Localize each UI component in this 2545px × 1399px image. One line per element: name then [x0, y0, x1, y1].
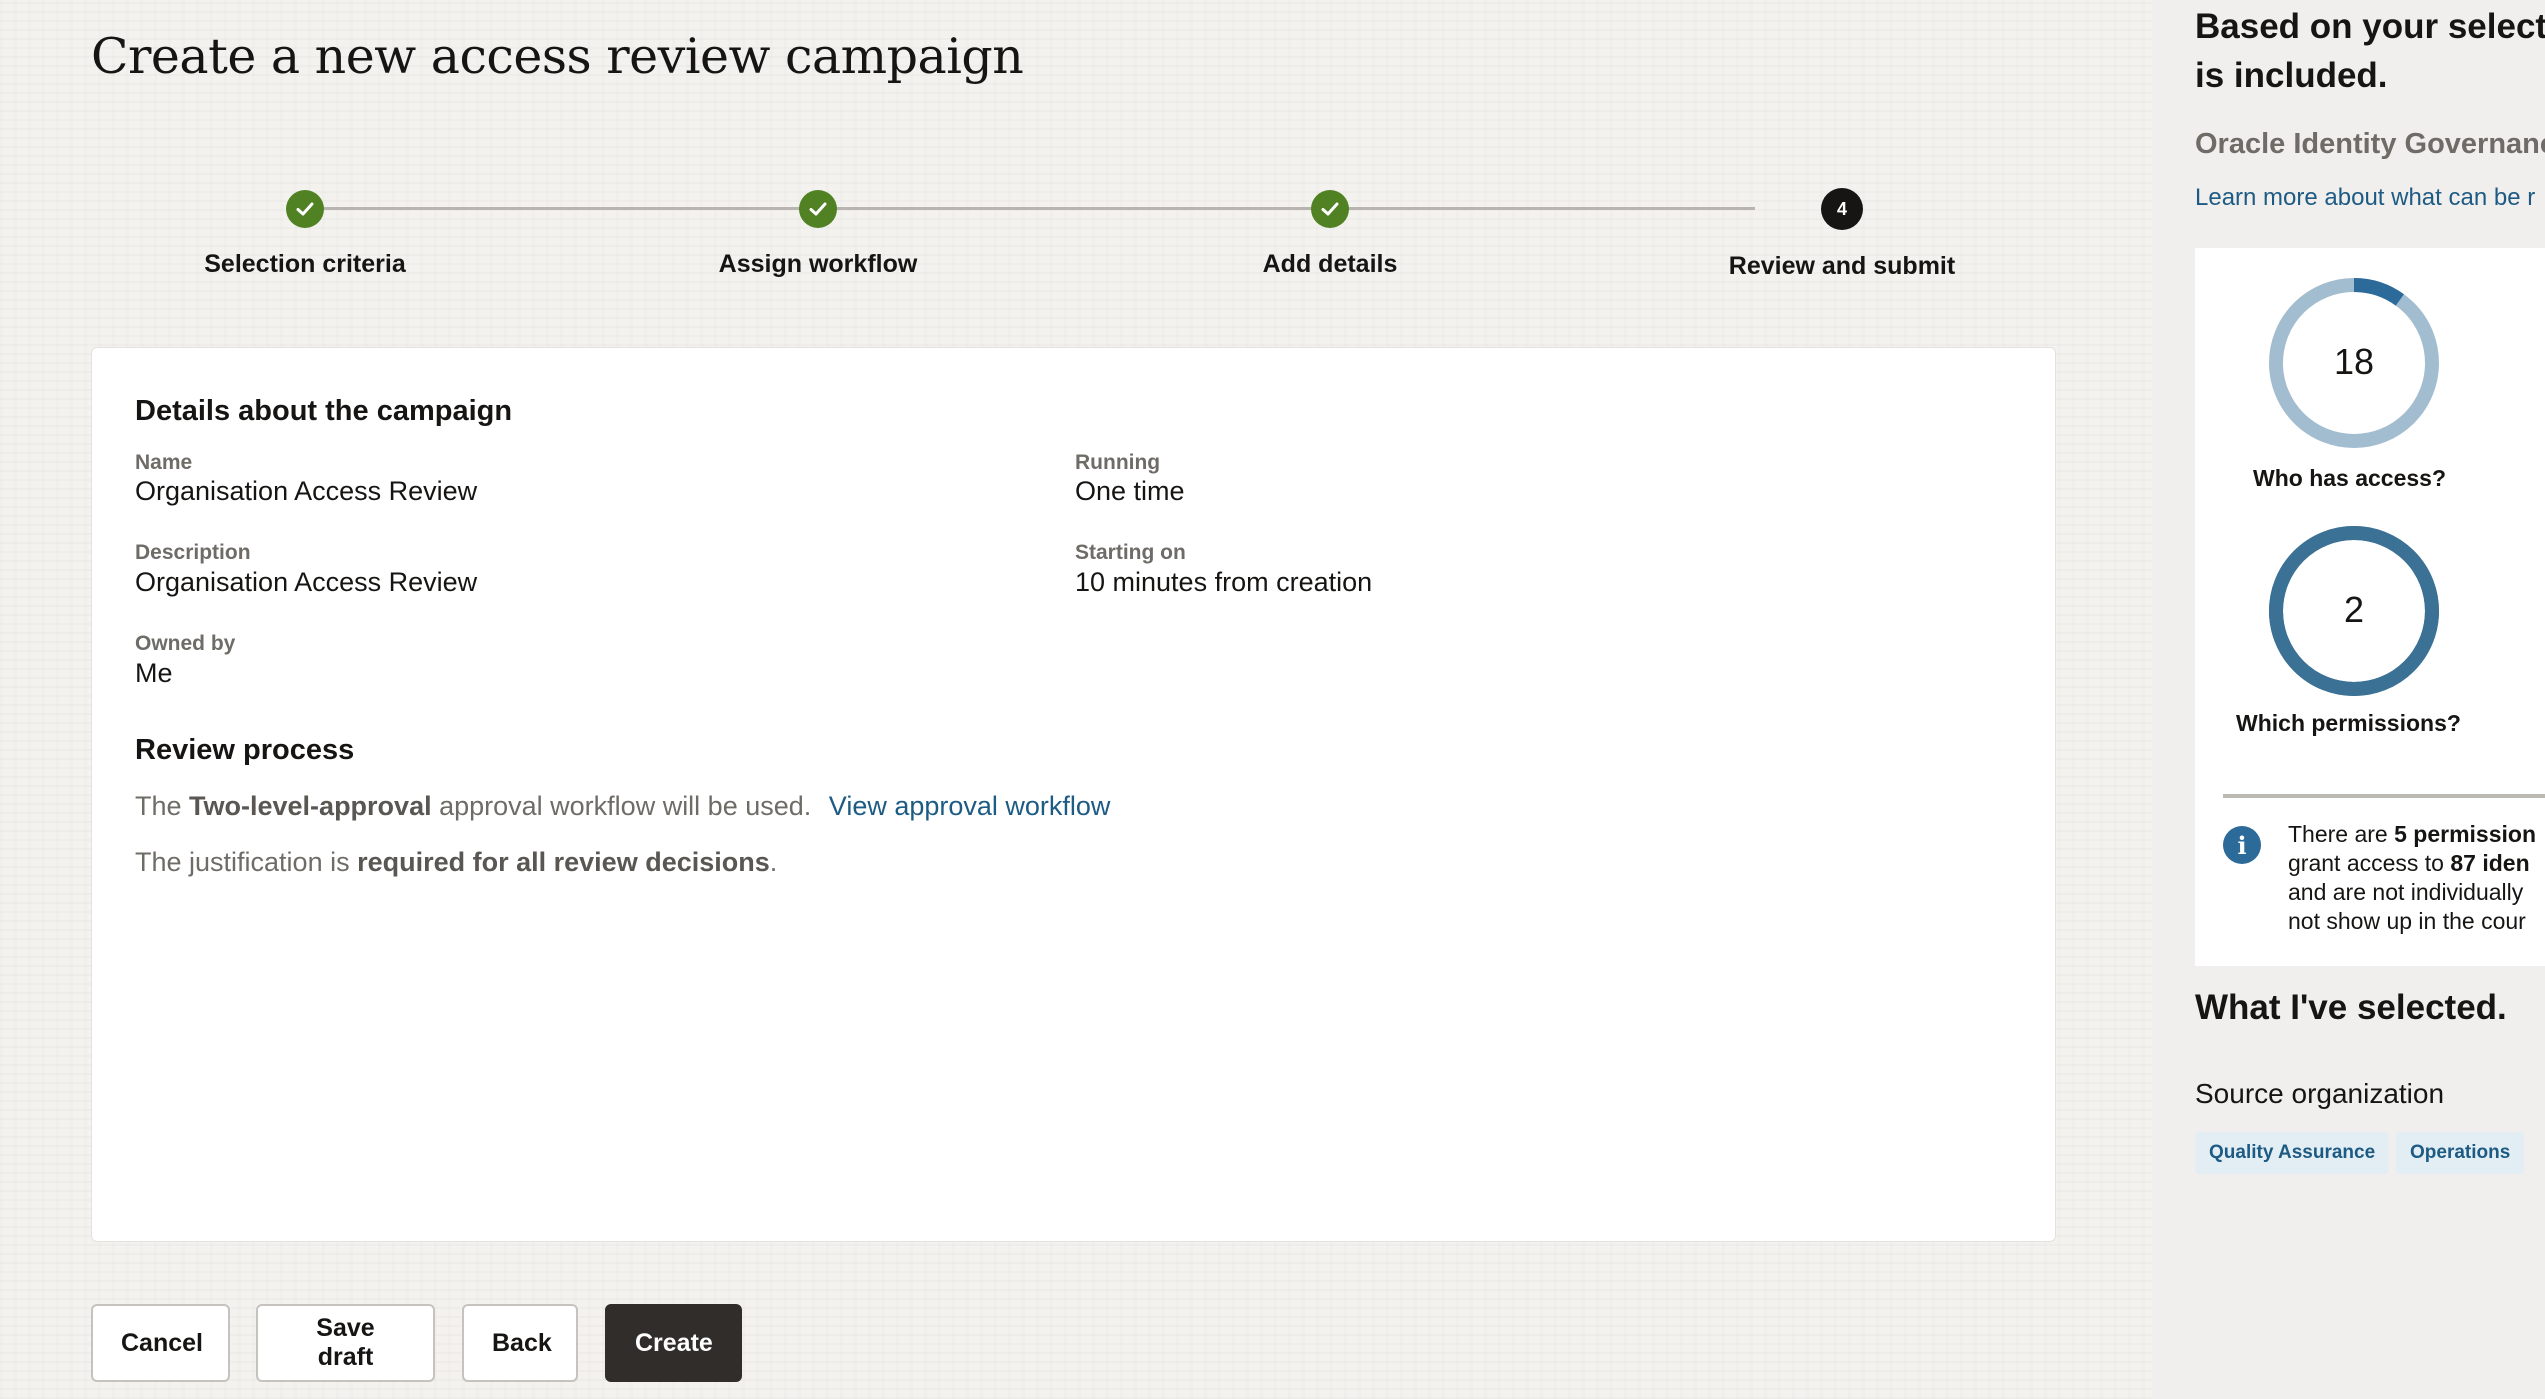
what-ive-selected-heading: What I've selected. — [2195, 988, 2507, 1027]
check-icon — [799, 190, 837, 228]
save-draft-button[interactable]: Save draft — [256, 1304, 435, 1382]
view-approval-workflow-link[interactable]: View approval workflow — [829, 791, 1111, 821]
workflow-prefix: The — [135, 791, 190, 821]
info-message: There are 5 permission grant access to 8… — [2288, 820, 2536, 936]
create-button[interactable]: Create — [605, 1304, 742, 1382]
summary-title-line1: Based on your selecti — [2195, 7, 2545, 46]
step-label: Add details — [1262, 250, 1398, 278]
starting-on-value: 10 minutes from creation — [1075, 567, 1373, 597]
description-value: Organisation Access Review — [135, 567, 478, 597]
step-label: Assign workflow — [718, 250, 918, 278]
running-label: Running — [1075, 451, 1161, 474]
info-line2-prefix: grant access to — [2288, 850, 2451, 876]
metrics-card: 18 Who has access? W 2 Which permissions… — [2195, 248, 2545, 966]
selection-summary-panel: Based on your selecti is included. Oracl… — [2152, 0, 2545, 1399]
product-name: Oracle Identity Governanc — [2195, 128, 2545, 160]
check-icon — [286, 190, 324, 228]
main-panel: Create a new access review campaign Sele… — [0, 0, 2152, 1399]
details-heading: Details about the campaign — [135, 395, 513, 427]
summary-title-line2: is included. — [2195, 56, 2388, 95]
campaign-summary-card: Details about the campaign Name Organisa… — [91, 347, 2056, 1242]
cancel-button[interactable]: Cancel — [91, 1304, 230, 1382]
info-line3: and are not individually — [2288, 879, 2524, 905]
workflow-sentence: The Two-level-approval approval workflow… — [135, 791, 1110, 822]
step-selection-criteria[interactable]: Selection criteria — [105, 186, 505, 279]
stepper-track — [305, 207, 1755, 210]
page-title: Create a new access review campaign — [91, 28, 1024, 85]
justification-requirement: required for all review decisions — [357, 847, 770, 877]
description-label: Description — [135, 541, 251, 564]
info-line1-prefix: There are — [2288, 821, 2395, 847]
review-process-heading: Review process — [135, 734, 355, 766]
step-number-badge: 4 — [1821, 188, 1863, 230]
which-permissions-count: 2 — [2343, 589, 2365, 630]
step-review-and-submit[interactable]: 4 Review and submit — [1642, 186, 2042, 281]
info-line1-bold: 5 permission — [2394, 821, 2536, 847]
who-has-access-label: Who has access? — [2253, 465, 2447, 491]
step-assign-workflow[interactable]: Assign workflow — [618, 186, 1018, 279]
owned-by-label: Owned by — [135, 632, 236, 655]
source-organization-label: Source organization — [2195, 1078, 2445, 1109]
info-icon: i — [2223, 826, 2261, 864]
workflow-suffix: approval workflow will be used. — [431, 791, 812, 821]
which-permissions-label: Which permissions? — [2236, 710, 2461, 736]
chip-operations[interactable]: Operations — [2396, 1132, 2525, 1174]
chip-quality-assurance[interactable]: Quality Assurance — [2195, 1132, 2390, 1174]
step-add-details[interactable]: Add details — [1130, 186, 1530, 279]
justification-prefix: The justification is — [135, 847, 358, 877]
name-value: Organisation Access Review — [135, 476, 478, 506]
check-icon — [1311, 190, 1349, 228]
justification-sentence: The justification is required for all re… — [135, 847, 777, 878]
who-has-access-count: 18 — [2333, 341, 2375, 382]
summary-title: Based on your selecti is included. — [2195, 2, 2545, 100]
name-label: Name — [135, 451, 193, 474]
step-label: Review and submit — [1728, 252, 1956, 280]
owned-by-value: Me — [135, 658, 173, 688]
learn-more-link[interactable]: Learn more about what can be r — [2195, 184, 2535, 212]
running-value: One time — [1075, 476, 1185, 506]
metrics-divider — [2223, 794, 2545, 798]
step-label: Selection criteria — [204, 250, 406, 278]
back-button[interactable]: Back — [462, 1304, 578, 1382]
info-line4: not show up in the cour — [2288, 908, 2526, 934]
info-line2-bold: 87 iden — [2450, 850, 2530, 876]
workflow-name: Two-level-approval — [189, 791, 432, 821]
starting-on-label: Starting on — [1075, 541, 1186, 564]
justification-suffix: . — [769, 847, 778, 877]
progress-stepper: Selection criteria Assign workflow Add d… — [140, 186, 1955, 296]
